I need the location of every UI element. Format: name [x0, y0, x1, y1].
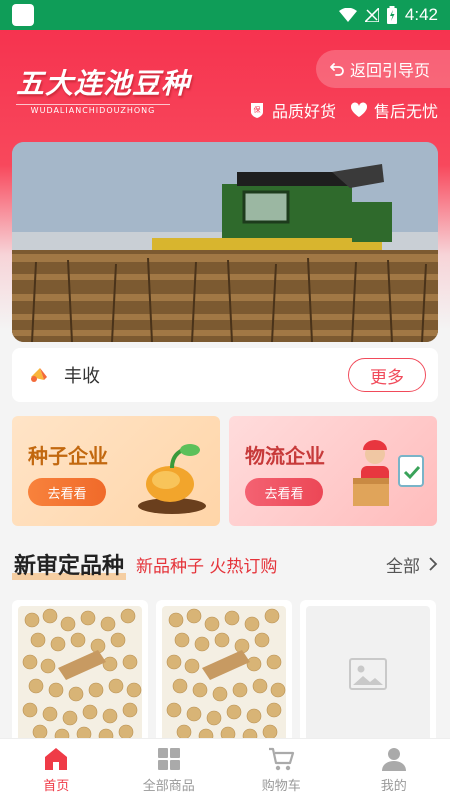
- nav-cart-label: 购物车: [261, 779, 301, 794]
- grid-icon: [157, 748, 180, 770]
- delivery-person-icon: [353, 440, 424, 506]
- heart-icon: [350, 102, 368, 117]
- feature-quality: 保 品质好货: [248, 98, 336, 122]
- cart-icon: [269, 747, 295, 771]
- battery-charging-icon: [386, 6, 397, 24]
- logistics-company-card[interactable]: 物流企业 去看看: [229, 416, 437, 526]
- new-varieties-section-header: 新审定品种 新品种子 火热订购 全部: [12, 546, 438, 582]
- feature-aftersales-label: 售后无忧: [373, 102, 438, 121]
- status-bar: 4:42: [0, 0, 450, 30]
- nav-profile[interactable]: 我的: [338, 739, 450, 800]
- feature-badges: 保 品质好货 售后无忧: [248, 98, 438, 122]
- image-placeholder-icon: [349, 658, 387, 690]
- quality-badge-icon: 保: [250, 103, 263, 118]
- view-all-label: 全部: [386, 556, 420, 577]
- brand-title: 五大连池豆种: [16, 67, 191, 100]
- product-card[interactable]: [300, 600, 436, 748]
- home-icon: [45, 748, 68, 770]
- harvest-row[interactable]: 丰收 更多: [12, 348, 438, 402]
- section-title: 新审定品种: [12, 548, 127, 580]
- status-time: 4:42: [404, 5, 438, 24]
- return-arrow-icon: [330, 63, 344, 76]
- svg-text:保: 保: [253, 105, 260, 114]
- nav-all-products-label: 全部商品: [142, 779, 195, 794]
- soybeans-photo: [18, 606, 142, 744]
- product-card[interactable]: [156, 600, 292, 748]
- logistics-company-view-button[interactable]: 去看看: [245, 478, 323, 506]
- sprouting-seed-icon: [138, 444, 206, 514]
- harvest-label: 丰收: [64, 366, 100, 387]
- status-indicators: 4:42: [338, 5, 438, 25]
- notification-icon: [12, 4, 34, 26]
- brand-logo: 五大连池豆种 WUDALIANCHIDOUZHONG: [16, 62, 190, 115]
- no-sim-icon: [364, 8, 379, 22]
- nav-home-label: 首页: [43, 779, 70, 794]
- nav-profile-label: 我的: [380, 779, 407, 794]
- bottom-navigation: 首页 全部商品 购物车 我的: [0, 738, 450, 800]
- seed-company-view-button[interactable]: 去看看: [28, 478, 106, 506]
- harvester-illustration: [12, 142, 438, 342]
- seed-company-card[interactable]: 种子企业 去看看: [12, 416, 220, 526]
- seed-company-title: 种子企业: [28, 444, 108, 468]
- nav-cart[interactable]: 购物车: [225, 739, 338, 800]
- view-all-button[interactable]: 全部: [386, 552, 438, 577]
- section-subtitle: 新品种子 火热订购: [136, 556, 278, 577]
- soybeans-photo: [162, 606, 286, 744]
- back-to-guide-label: 返回引导页: [350, 61, 431, 80]
- logistics-company-title: 物流企业: [245, 444, 325, 468]
- feature-quality-label: 品质好货: [271, 102, 336, 121]
- brand-subtitle: WUDALIANCHIDOUZHONG: [16, 104, 170, 115]
- nav-home[interactable]: 首页: [0, 739, 113, 800]
- product-image-placeholder: [306, 606, 430, 742]
- nav-all-products[interactable]: 全部商品: [113, 739, 226, 800]
- wifi-icon: [338, 8, 357, 22]
- user-icon: [381, 748, 406, 771]
- feature-aftersales: 售后无忧: [350, 98, 438, 122]
- banner-image-harvester[interactable]: [12, 142, 438, 342]
- back-to-guide-button[interactable]: 返回引导页: [316, 50, 450, 88]
- more-button[interactable]: 更多: [348, 358, 426, 392]
- megaphone-icon: [31, 368, 47, 382]
- chevron-right-icon: [429, 557, 438, 571]
- product-card[interactable]: [12, 600, 148, 748]
